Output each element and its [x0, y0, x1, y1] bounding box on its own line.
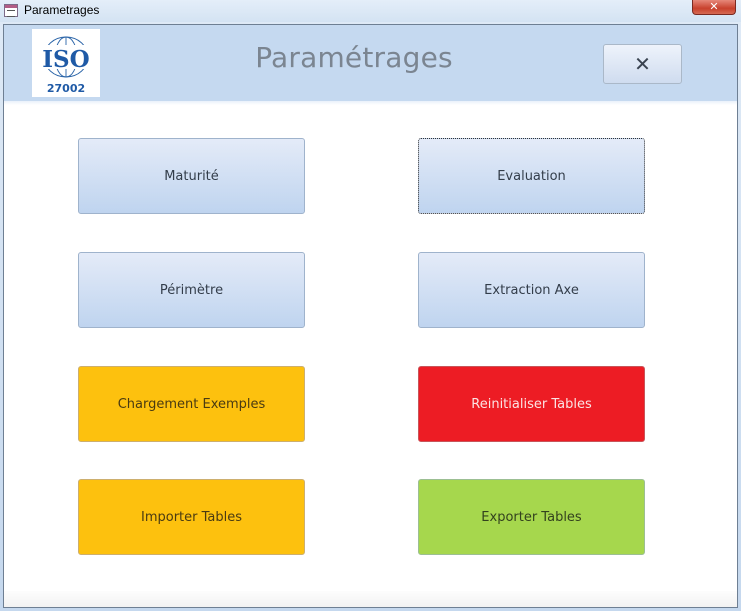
form-window: Parametrages ✕ ISO 27002 Paramétrages ✕ …: [0, 0, 741, 611]
close-form-button[interactable]: ✕: [603, 44, 682, 84]
maturite-button[interactable]: Maturité: [78, 138, 305, 214]
title-bar: Parametrages ✕: [0, 0, 741, 22]
evaluation-button[interactable]: Evaluation: [418, 138, 645, 214]
perimetre-button[interactable]: Périmètre: [78, 252, 305, 328]
importer-tables-button[interactable]: Importer Tables: [78, 479, 305, 555]
button-label: Reinitialiser Tables: [471, 396, 592, 412]
page-title: Paramétrages: [255, 41, 453, 74]
button-label: Importer Tables: [140, 509, 242, 525]
iso-text: ISO: [42, 46, 89, 73]
form-header: ISO 27002 Paramétrages ✕: [4, 25, 737, 101]
close-icon: ✕: [634, 52, 651, 76]
button-label: Extraction Axe: [484, 282, 579, 298]
form-client-area: ISO 27002 Paramétrages ✕ Maturité Evalua…: [3, 24, 738, 608]
button-label: Chargement Exemples: [117, 396, 266, 412]
globe-icon: ISO 27002: [40, 36, 92, 95]
iso-subtext: 27002: [47, 82, 85, 95]
exporter-tables-button[interactable]: Exporter Tables: [418, 479, 645, 555]
button-label: Evaluation: [497, 168, 566, 184]
window-title: Parametrages: [24, 3, 100, 17]
form-icon[interactable]: [4, 4, 18, 17]
reinitialiser-tables-button[interactable]: Reinitialiser Tables: [418, 366, 645, 442]
header-divider: [4, 101, 737, 105]
iso-logo: ISO 27002: [32, 29, 100, 97]
button-label: Exporter Tables: [481, 509, 582, 525]
button-label: Maturité: [164, 168, 219, 184]
window-close-button[interactable]: ✕: [692, 0, 736, 15]
close-icon: ✕: [709, 0, 719, 13]
chargement-exemples-button[interactable]: Chargement Exemples: [78, 366, 305, 442]
button-label: Périmètre: [159, 282, 224, 298]
extraction-axe-button[interactable]: Extraction Axe: [418, 252, 645, 328]
form-footer: [4, 591, 737, 607]
